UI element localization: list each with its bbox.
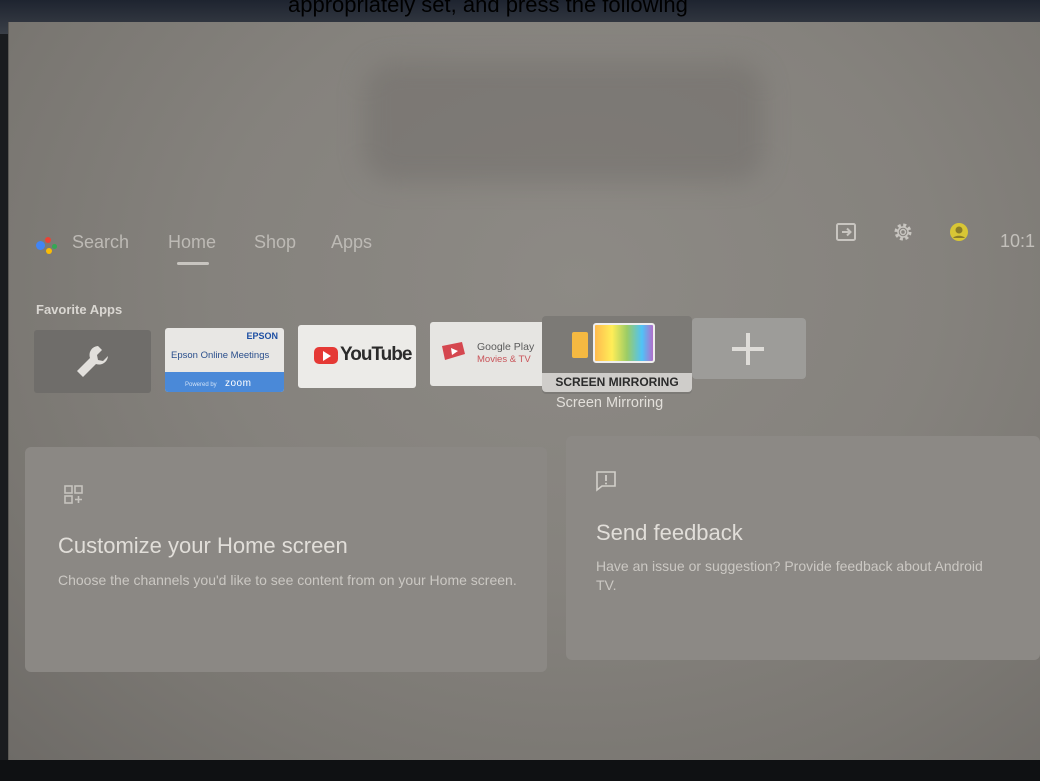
app-tile-google-play-movies[interactable]: Google Play Movies & TV [430,322,545,386]
play-label-line1: Google Play [477,341,535,353]
tab-apps[interactable]: Apps [331,232,372,253]
settings-gear-icon[interactable] [891,220,915,244]
zoom-logo: zoom [225,378,252,389]
feedback-card-title: Send feedback [596,520,743,545]
wrench-icon [77,346,108,377]
epson-brand: EPSON [246,331,278,341]
feedback-icon [596,471,616,492]
customize-card-title: Customize your Home screen [58,533,348,558]
tab-shop[interactable]: Shop [254,232,296,253]
play-movies-icon [442,342,465,360]
play-label-line2: Movies & TV [477,354,531,365]
youtube-label: YouTube [340,344,412,365]
powered-by-label: Powered by [185,382,217,388]
photo-bottom-edge [0,760,1040,781]
feedback-card-description: Have an issue or suggestion? Provide fee… [596,558,983,593]
screen-mirroring-focus-label: SCREEN MIRRORING [542,373,692,392]
input-source-icon[interactable] [834,220,858,244]
google-assistant-icon[interactable] [36,237,64,255]
favorite-apps-title: Favorite Apps [36,302,123,317]
epson-zoom-bar: Powered by zoom [165,372,284,392]
epson-app-name: Epson Online Meetings [171,350,270,361]
clock: 10:1 [1000,231,1036,251]
search-button[interactable]: Search [72,232,129,253]
screen-smudge [364,62,764,182]
screen-mirroring-caption: Screen Mirroring [556,395,664,411]
app-tile-settings[interactable] [34,330,151,393]
customize-card-description: Choose the channels you'd like to see co… [58,572,517,588]
add-favorite-app-button[interactable] [692,318,806,379]
overlay-caption-text: appropriately set, and press the followi… [288,0,688,17]
tab-home-indicator [177,262,209,265]
tab-home[interactable]: Home [168,232,216,253]
customize-grid-icon [64,485,83,504]
screen-mirroring-icon [572,323,655,363]
youtube-play-icon [314,347,338,364]
account-avatar-icon[interactable] [949,220,969,244]
app-tile-epson-online-meetings[interactable]: EPSON Epson Online Meetings Powered by z… [165,328,284,392]
app-tile-youtube[interactable]: YouTube [298,325,416,388]
customize-home-card[interactable]: Customize your Home screen Choose the ch… [25,447,547,672]
send-feedback-card[interactable]: Send feedback Have an issue or suggestio… [566,436,1040,660]
